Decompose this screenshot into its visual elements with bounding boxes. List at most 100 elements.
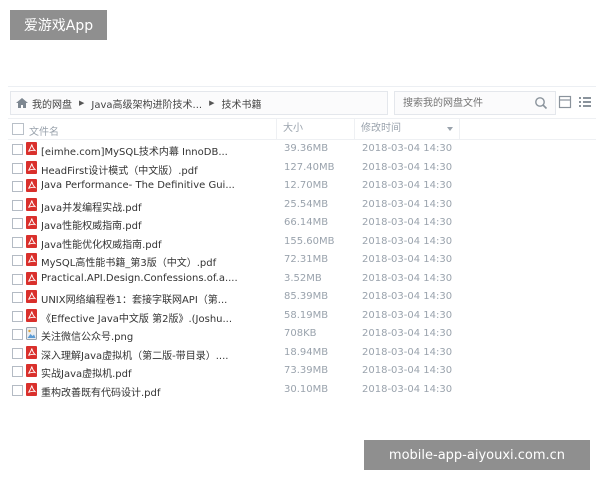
file-size: 155.60MB — [284, 235, 335, 247]
file-modified-time: 2018-03-04 14:30 — [362, 346, 453, 358]
pdf-icon — [26, 234, 37, 248]
file-name[interactable]: Java Performance- The Definitive Gui... — [41, 180, 276, 191]
column-header-modified-label: 修改时间 — [361, 123, 401, 134]
file-modified-time: 2018-03-04 14:30 — [362, 383, 453, 395]
file-name[interactable]: Java性能优化权威指南.pdf — [41, 236, 276, 251]
row-checkbox[interactable] — [12, 144, 23, 155]
file-name[interactable]: 重构改善既有代码设计.pdf — [41, 384, 276, 399]
column-header-modified[interactable]: 修改时间 — [354, 119, 460, 139]
row-checkbox[interactable] — [12, 273, 23, 285]
file-size: 3.52MB — [284, 272, 322, 284]
image-icon — [26, 327, 37, 340]
file-name[interactable]: Practical.API.Design.Confessions.of.a...… — [41, 273, 276, 284]
file-name[interactable]: Java并发编程实战.pdf — [41, 199, 276, 214]
file-name[interactable]: 深入理解Java虚拟机（第二版-带目录）.... — [41, 347, 276, 362]
file-size: 18.94MB — [284, 346, 329, 358]
breadcrumb-item-tech-books: 技术书籍 — [221, 99, 262, 111]
breadcrumb: 我的网盘 ▶ Java高级架构进阶技术... ▶ 技术书籍 — [10, 91, 388, 115]
pdf-icon — [26, 253, 37, 266]
watermark-bottom: mobile-app-aiyouxi.com.cn — [364, 440, 590, 470]
file-row[interactable]: 关注微信公众号.png 708KB 2018-03-04 14:30 — [8, 325, 596, 344]
file-name[interactable]: MySQL高性能书籍_第3版（中文）.pdf — [41, 254, 276, 269]
file-size: 12.70MB — [284, 180, 329, 191]
grid-view-icon[interactable] — [578, 95, 592, 109]
file-modified-time: 2018-03-04 14:30 — [362, 217, 453, 228]
file-row[interactable]: UNIX网络编程卷1：套接字联网API（第... 85.39MB 2018-03-0… — [8, 288, 596, 307]
file-name[interactable]: Java性能权威指南.pdf — [41, 217, 276, 232]
file-list: [eimhe.com]MySQL技术内幕 InnoDB... 39.36MB 201… — [8, 140, 596, 399]
file-row[interactable]: 《Effective Java中文版 第2版》.(Joshu... 58.19MB… — [8, 307, 596, 326]
breadcrumb-item-my-disk[interactable]: 我的网盘 — [32, 96, 72, 111]
pdf-icon — [26, 345, 37, 359]
row-checkbox[interactable] — [12, 366, 23, 377]
pdf-icon — [26, 308, 37, 322]
file-size: 708KB — [284, 328, 317, 339]
file-size: 25.54MB — [284, 198, 329, 210]
pdf-icon — [26, 160, 37, 174]
toolbar: 我的网盘 ▶ Java高级架构进阶技术... ▶ 技术书籍 — [8, 91, 596, 115]
row-checkbox[interactable] — [12, 181, 23, 192]
file-row[interactable]: Java Performance- The Definitive Gui... 1… — [8, 177, 596, 196]
file-size: 39.36MB — [284, 143, 329, 154]
row-checkbox[interactable] — [12, 162, 23, 174]
file-row[interactable]: 重构改善既有代码设计.pdf 30.10MB 2018-03-04 14:30 — [8, 381, 596, 400]
file-row[interactable]: 实战Java虚拟机.pdf 73.39MB 2018-03-04 14:30 — [8, 362, 596, 381]
row-checkbox[interactable] — [12, 218, 23, 229]
file-size: 30.10MB — [284, 383, 329, 395]
file-size: 85.39MB — [284, 291, 329, 302]
row-checkbox[interactable] — [12, 310, 23, 322]
file-row[interactable]: Java性能优化权威指南.pdf 155.60MB 2018-03-04 14:30 — [8, 233, 596, 252]
file-name[interactable]: [eimhe.com]MySQL技术内幕 InnoDB... — [41, 143, 276, 158]
file-name[interactable]: UNIX网络编程卷1：套接字联网API（第... — [41, 291, 276, 306]
row-checkbox[interactable] — [12, 236, 23, 248]
netdisk-window: 我的网盘 ▶ Java高级架构进阶技术... ▶ 技术书籍 文件名 大小 修改时… — [8, 86, 596, 399]
file-modified-time: 2018-03-04 14:30 — [362, 198, 453, 210]
file-size: 72.31MB — [284, 254, 329, 265]
pdf-icon — [26, 216, 37, 229]
column-header-size[interactable]: 大小 — [276, 119, 356, 139]
row-checkbox[interactable] — [12, 292, 23, 303]
file-row[interactable]: Practical.API.Design.Confessions.of.a...… — [8, 270, 596, 289]
file-size: 73.39MB — [284, 365, 329, 376]
file-modified-time: 2018-03-04 14:30 — [362, 291, 453, 302]
row-checkbox[interactable] — [12, 199, 23, 211]
row-checkbox[interactable] — [12, 384, 23, 396]
file-modified-time: 2018-03-04 14:30 — [362, 272, 453, 284]
file-row[interactable]: 深入理解Java虚拟机（第二版-带目录）.... 18.94MB 2018-03-0… — [8, 344, 596, 363]
file-row[interactable]: MySQL高性能书籍_第3版（中文）.pdf 72.31MB 2018-03-04 … — [8, 251, 596, 270]
column-header-size-label: 大小 — [283, 123, 303, 134]
file-modified-time: 2018-03-04 14:30 — [362, 254, 453, 265]
pdf-icon — [26, 271, 37, 285]
search-icon[interactable] — [534, 96, 548, 110]
file-modified-time: 2018-03-04 14:30 — [362, 309, 453, 321]
pdf-icon — [26, 197, 37, 211]
row-checkbox[interactable] — [12, 347, 23, 359]
file-row[interactable]: HeadFirst设计模式（中文版）.pdf 127.40MB 2018-03-04… — [8, 159, 596, 178]
breadcrumb-item-java-folder[interactable]: Java高级架构进阶技术... — [91, 96, 202, 111]
watermark-top: 爱游戏App — [10, 10, 107, 40]
file-modified-time: 2018-03-04 14:30 — [362, 328, 453, 339]
pdf-icon — [26, 142, 37, 155]
file-row[interactable]: Java并发编程实战.pdf 25.54MB 2018-03-04 14:30 — [8, 196, 596, 215]
file-row[interactable]: [eimhe.com]MySQL技术内幕 InnoDB... 39.36MB 201… — [8, 140, 596, 159]
column-header-name[interactable]: 文件名 — [29, 123, 59, 138]
row-checkbox[interactable] — [12, 255, 23, 266]
file-row[interactable]: Java性能权威指南.pdf 66.14MB 2018-03-04 14:30 — [8, 214, 596, 233]
sort-caret-icon — [447, 127, 453, 131]
file-name[interactable]: 《Effective Java中文版 第2版》.(Joshu... — [41, 310, 276, 325]
pdf-icon — [26, 382, 37, 396]
file-modified-time: 2018-03-04 14:30 — [362, 161, 453, 173]
file-name[interactable]: 关注微信公众号.png — [41, 328, 276, 343]
search-box — [394, 91, 556, 115]
file-name[interactable]: 实战Java虚拟机.pdf — [41, 365, 276, 380]
file-size: 66.14MB — [284, 217, 329, 228]
file-name[interactable]: HeadFirst设计模式（中文版）.pdf — [41, 162, 276, 177]
list-view-icon[interactable] — [558, 95, 572, 109]
home-icon[interactable] — [15, 97, 29, 109]
row-checkbox[interactable] — [12, 329, 23, 340]
select-all-checkbox[interactable] — [12, 123, 24, 135]
file-size: 58.19MB — [284, 309, 329, 321]
search-input[interactable] — [395, 96, 534, 110]
file-size: 127.40MB — [284, 161, 335, 173]
pdf-icon — [26, 290, 37, 303]
